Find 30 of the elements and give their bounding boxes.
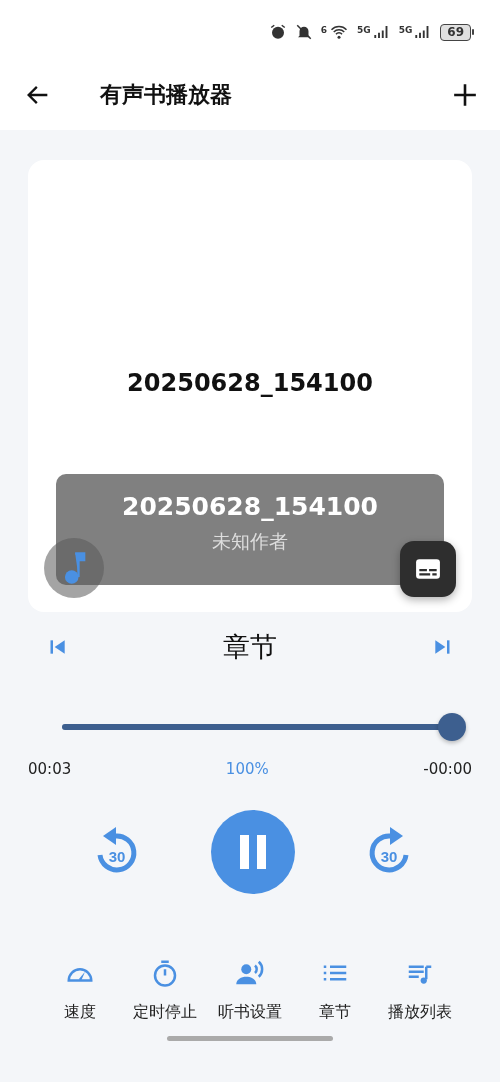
wifi-icon bbox=[329, 23, 349, 41]
network-label: 5G bbox=[398, 26, 413, 35]
book-title: 20250628_154100 bbox=[127, 369, 373, 397]
plus-icon bbox=[452, 82, 478, 108]
remaining-time: -00:00 bbox=[423, 760, 472, 778]
subtitles-icon bbox=[415, 558, 441, 580]
previous-chapter-button[interactable] bbox=[48, 637, 68, 657]
nav-item[interactable]: 播放列表 bbox=[377, 958, 462, 1023]
battery-icon: 69 bbox=[440, 23, 474, 41]
chapter-title: 章节 bbox=[223, 630, 277, 664]
next-chapter-button[interactable] bbox=[432, 637, 452, 657]
subtitles-button[interactable] bbox=[400, 541, 456, 597]
nav-item[interactable]: 章节 bbox=[292, 958, 378, 1023]
add-button[interactable] bbox=[452, 82, 478, 108]
muted-bell-icon bbox=[294, 23, 313, 41]
alarm-clock-icon bbox=[268, 23, 287, 41]
nav-item[interactable]: 速度 bbox=[38, 958, 123, 1023]
skip-next-icon bbox=[432, 637, 452, 657]
nav-item[interactable]: 定时停止 bbox=[122, 958, 208, 1023]
track-title: 20250628_154100 bbox=[122, 492, 378, 521]
nav-item[interactable]: 听书设置 bbox=[207, 958, 293, 1023]
page-title: 有声书播放器 bbox=[100, 81, 233, 109]
network-label: 5G bbox=[357, 26, 371, 35]
author-name: 未知作者 bbox=[212, 529, 288, 554]
progress-thumb[interactable] bbox=[438, 713, 466, 741]
elapsed-time: 00:03 bbox=[28, 760, 72, 778]
speed-reading: 100% bbox=[225, 760, 269, 778]
pause-icon bbox=[238, 835, 268, 869]
wifi-label: 6 bbox=[320, 26, 327, 35]
skip-previous-icon bbox=[48, 637, 68, 657]
